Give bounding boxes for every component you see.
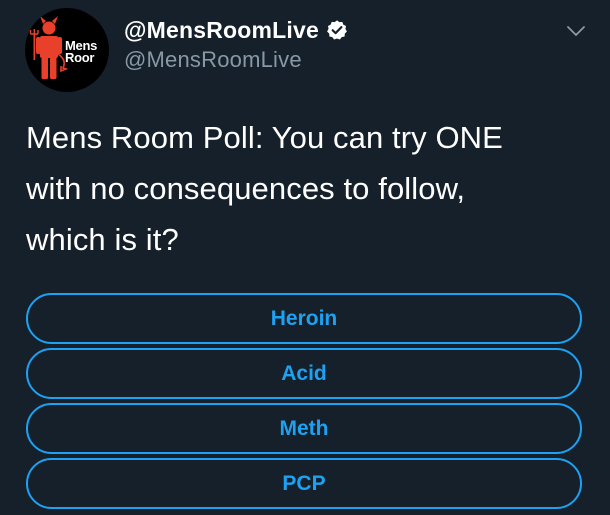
user-handle[interactable]: @MensRoomLive: [124, 47, 302, 73]
chevron-down-icon[interactable]: [566, 24, 586, 38]
poll-option-acid[interactable]: Acid: [26, 348, 582, 399]
poll-option-meth[interactable]: Meth: [26, 403, 582, 454]
avatar-brand-text-room: Roor: [65, 50, 95, 65]
poll: Heroin Acid Meth PCP: [26, 293, 582, 513]
poll-option-heroin[interactable]: Heroin: [26, 293, 582, 344]
tweet-text: Mens Room Poll: You can try ONE with no …: [26, 112, 586, 265]
display-name[interactable]: @MensRoomLive: [124, 17, 319, 44]
poll-option-pcp[interactable]: PCP: [26, 458, 582, 509]
display-name-row: @MensRoomLive: [124, 15, 348, 45]
avatar[interactable]: Mens Roor: [25, 8, 109, 92]
tweet-card: Mens Roor @MensRoomLive @MensRoomLive Me…: [0, 0, 610, 515]
tweet-text-line: with no consequences to follow,: [26, 171, 466, 206]
verified-badge-icon: [327, 20, 347, 40]
tweet-text-line: Mens Room Poll: You can try ONE: [26, 120, 503, 155]
tweet-text-line: which is it?: [26, 222, 179, 257]
